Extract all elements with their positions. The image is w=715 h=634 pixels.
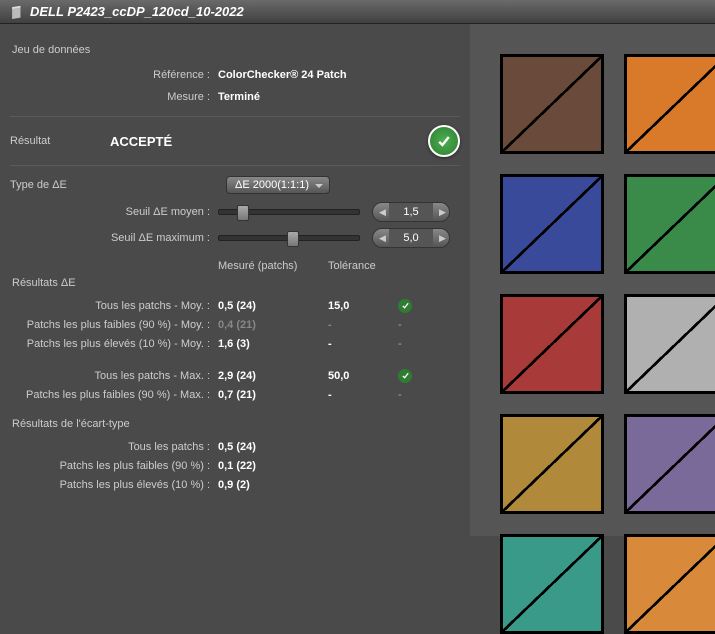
row-tolerance: 50,0	[328, 370, 398, 382]
row-value: 0,5 (24)	[218, 300, 328, 312]
de-type-label: Type de ΔE	[10, 179, 118, 191]
max-threshold-value: 5,0	[389, 232, 433, 244]
measure-value: Terminé	[218, 91, 260, 103]
std-results-heading: Résultats de l'écart-type	[12, 418, 460, 430]
document-icon	[10, 5, 24, 19]
color-swatch[interactable]	[624, 414, 715, 514]
row-value: 2,9 (24)	[218, 370, 328, 382]
de-result-row: Tous les patchs - Moy. :0,5 (24)15,0	[10, 297, 460, 315]
de-result-row: Patchs les plus élevés (10 %) - Moy. :1,…	[10, 335, 460, 353]
de-results-heading: Résultats ΔE	[12, 277, 460, 289]
max-dec-button[interactable]: ◀	[373, 229, 389, 247]
row-status	[398, 369, 418, 384]
color-swatch[interactable]	[624, 174, 715, 274]
reference-label: Référence :	[10, 69, 218, 81]
row-tolerance: 15,0	[328, 300, 398, 312]
result-check-icon	[428, 125, 460, 157]
measure-label: Mesure :	[10, 91, 218, 103]
row-label: Patchs les plus faibles (90 %) - Max. :	[10, 389, 218, 401]
row-label: Patchs les plus faibles (90 %) :	[10, 460, 218, 472]
dataset-heading: Jeu de données	[12, 44, 460, 56]
row-tolerance: -	[328, 389, 398, 401]
check-icon	[398, 299, 412, 313]
row-label: Patchs les plus élevés (10 %) :	[10, 479, 218, 491]
window-title: DELL P2423_ccDP_120cd_10-2022	[30, 4, 244, 19]
result-label: Résultat	[10, 135, 110, 147]
row-label: Tous les patchs :	[10, 441, 218, 453]
max-inc-button[interactable]: ▶	[433, 229, 449, 247]
de-type-dropdown[interactable]: ΔE 2000(1:1:1)	[226, 176, 330, 194]
std-result-row: Patchs les plus faibles (90 %) :0,1 (22)	[10, 457, 460, 475]
std-result-row: Patchs les plus élevés (10 %) :0,9 (2)	[10, 476, 460, 494]
row-label: Tous les patchs - Max. :	[10, 370, 218, 382]
de-result-row: Patchs les plus faibles (90 %) - Moy. :0…	[10, 316, 460, 334]
color-swatch[interactable]	[500, 534, 604, 634]
color-swatch[interactable]	[624, 294, 715, 394]
result-value: ACCEPTÉ	[110, 134, 428, 149]
row-tolerance: -	[328, 338, 398, 350]
row-status: -	[398, 338, 418, 350]
avg-threshold-stepper[interactable]: ◀ 1,5 ▶	[372, 202, 450, 222]
row-status: -	[398, 319, 418, 331]
std-result-row: Tous les patchs :0,5 (24)	[10, 438, 460, 456]
max-threshold-label: Seuil ΔE maximum :	[10, 232, 218, 244]
row-value: 0,4 (21)	[218, 319, 328, 331]
row-label: Patchs les plus faibles (90 %) - Moy. :	[10, 319, 218, 331]
color-swatch[interactable]	[624, 534, 715, 634]
color-swatch[interactable]	[500, 414, 604, 514]
swatch-panel	[470, 24, 715, 536]
row-status	[398, 299, 418, 314]
row-value: 1,6 (3)	[218, 338, 328, 350]
reference-value: ColorChecker® 24 Patch	[218, 69, 347, 81]
de-result-row: Patchs les plus faibles (90 %) - Max. :0…	[10, 386, 460, 404]
avg-inc-button[interactable]: ▶	[433, 203, 449, 221]
row-value: 0,5 (24)	[218, 441, 328, 453]
max-threshold-stepper[interactable]: ◀ 5,0 ▶	[372, 228, 450, 248]
title-bar: DELL P2423_ccDP_120cd_10-2022	[0, 0, 715, 24]
row-status: -	[398, 389, 418, 401]
color-swatch[interactable]	[500, 294, 604, 394]
row-label: Tous les patchs - Moy. :	[10, 300, 218, 312]
color-swatch[interactable]	[500, 174, 604, 274]
de-result-row: Tous les patchs - Max. :2,9 (24)50,0	[10, 367, 460, 385]
avg-threshold-value: 1,5	[389, 206, 433, 218]
row-value: 0,1 (22)	[218, 460, 328, 472]
row-label: Patchs les plus élevés (10 %) - Moy. :	[10, 338, 218, 350]
avg-threshold-label: Seuil ΔE moyen :	[10, 206, 218, 218]
check-icon	[398, 369, 412, 383]
row-value: 0,7 (21)	[218, 389, 328, 401]
left-panel: Jeu de données Référence :ColorChecker® …	[0, 24, 470, 536]
row-value: 0,9 (2)	[218, 479, 328, 491]
avg-dec-button[interactable]: ◀	[373, 203, 389, 221]
max-threshold-slider[interactable]	[218, 235, 360, 241]
column-headers: Mesuré (patchs)Tolérance	[10, 260, 460, 272]
avg-threshold-slider[interactable]	[218, 209, 360, 215]
color-swatch[interactable]	[624, 54, 715, 154]
row-tolerance: -	[328, 319, 398, 331]
color-swatch[interactable]	[500, 54, 604, 154]
